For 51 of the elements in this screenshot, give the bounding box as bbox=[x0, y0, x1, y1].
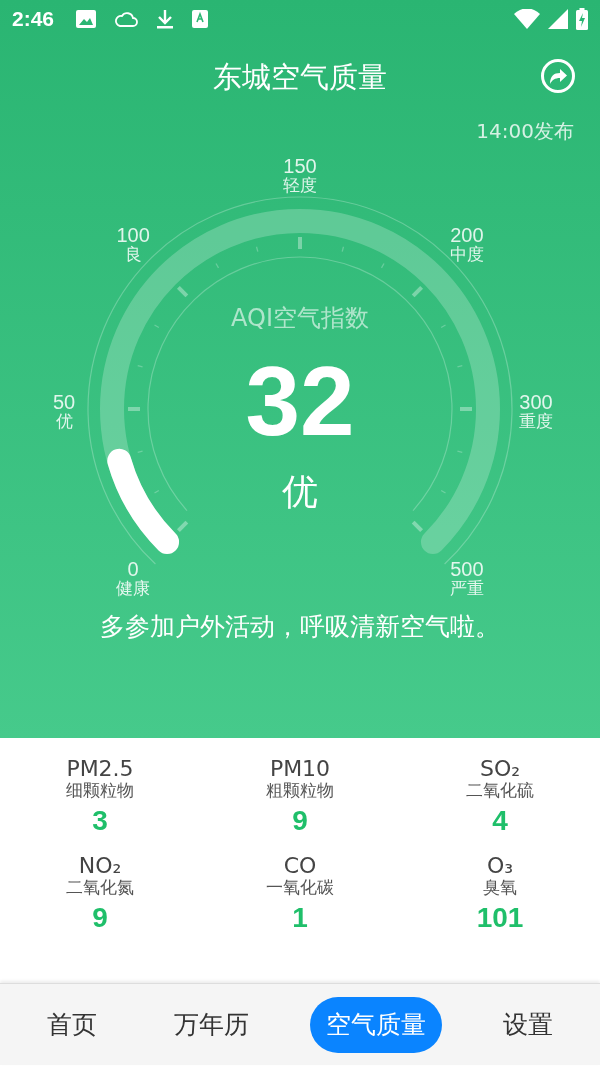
pollutant-description: 粗颗粒物 bbox=[266, 781, 334, 801]
pollutant-name: PM2.5 bbox=[66, 756, 134, 782]
image-icon bbox=[76, 10, 97, 28]
share-icon[interactable] bbox=[540, 58, 576, 94]
pollutant-description: 二氧化硫 bbox=[466, 781, 534, 801]
publish-time: 14:00发布 bbox=[475, 118, 575, 144]
pollutant-value: 101 bbox=[476, 901, 524, 935]
scale-label: 中度 bbox=[449, 245, 484, 264]
scale-value: 0 bbox=[127, 558, 139, 580]
pollutant-name: SO₂ bbox=[479, 756, 521, 782]
pollutant-description: 一氧化碳 bbox=[266, 878, 334, 898]
scale-label: 健康 bbox=[116, 579, 151, 598]
nav-tab[interactable]: 设置 bbox=[487, 996, 570, 1053]
download-icon bbox=[156, 9, 175, 29]
scale-label: 重度 bbox=[519, 412, 553, 431]
scale-value: 300 bbox=[519, 391, 553, 413]
pollutant-value: 1 bbox=[292, 901, 308, 935]
nav-tab[interactable]: 首页 bbox=[30, 996, 113, 1053]
pollutant-name: CO bbox=[283, 853, 317, 879]
aqi-grade: 优 bbox=[282, 474, 318, 510]
keyboard-icon bbox=[192, 10, 209, 28]
wifi-icon bbox=[514, 9, 540, 29]
scale-label: 优 bbox=[55, 412, 73, 431]
scale-value: 150 bbox=[283, 155, 317, 177]
scale-value: 50 bbox=[52, 391, 76, 413]
pollutant-description: 二氧化氮 bbox=[66, 878, 134, 898]
cloud-icon bbox=[114, 10, 139, 28]
pollutant-name: O₃ bbox=[486, 853, 514, 879]
aqi-value: 32 bbox=[245, 352, 355, 450]
scale-label: 良 bbox=[124, 245, 142, 264]
pollutant-description: 细颗粒物 bbox=[66, 781, 134, 801]
signal-icon bbox=[548, 9, 568, 29]
scale-label: 轻度 bbox=[283, 176, 317, 195]
nav-tab[interactable]: 空气质量 bbox=[310, 996, 443, 1053]
page-title: 东城空气质量 bbox=[213, 59, 387, 96]
gauge-caption: AQI空气指数 bbox=[231, 303, 369, 334]
pollutant-description: 臭氧 bbox=[483, 878, 517, 898]
pollutant-value: 3 bbox=[92, 804, 108, 838]
pollutant-value: 9 bbox=[292, 804, 308, 838]
scale-value: 500 bbox=[450, 558, 484, 580]
pollutant-value: 9 bbox=[92, 901, 108, 935]
nav-tab[interactable]: 万年历 bbox=[157, 996, 265, 1053]
advice-text: 多参加户外活动，呼吸清新空气啦。 bbox=[100, 611, 500, 643]
scale-label: 严重 bbox=[449, 579, 484, 598]
scale-value: 100 bbox=[116, 224, 150, 246]
battery-icon bbox=[576, 8, 588, 30]
status-time: 2:46 bbox=[12, 7, 55, 31]
scale-value: 200 bbox=[450, 224, 484, 246]
pollutant-name: NO₂ bbox=[78, 853, 122, 879]
pollutant-name: PM10 bbox=[269, 756, 331, 782]
pollutant-value: 4 bbox=[492, 804, 508, 838]
